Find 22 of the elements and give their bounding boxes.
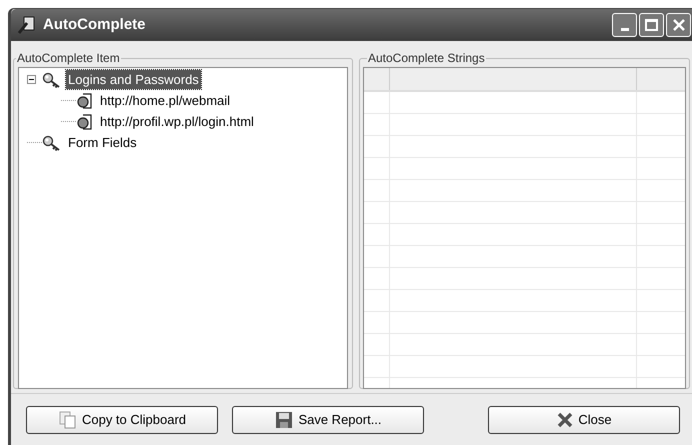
close-button[interactable]: Close bbox=[488, 406, 680, 434]
collapse-toggle[interactable] bbox=[27, 75, 36, 84]
web-page-icon bbox=[76, 114, 94, 130]
close-button[interactable] bbox=[666, 13, 691, 37]
close-icon bbox=[556, 411, 574, 429]
window-title: AutoComplete bbox=[43, 14, 146, 35]
tree-item[interactable]: Form Fields bbox=[66, 132, 139, 152]
tree-item[interactable]: http://home.pl/webmail bbox=[98, 90, 232, 110]
copy-button[interactable]: Copy to Clipboard bbox=[26, 406, 218, 434]
close-icon bbox=[672, 18, 686, 32]
tree-item[interactable]: Logins and Passwords bbox=[66, 70, 201, 90]
key-icon bbox=[42, 134, 62, 150]
group-label: AutoComplete Strings bbox=[367, 50, 486, 67]
save-report-button[interactable]: Save Report... bbox=[232, 406, 424, 434]
minimize-button[interactable] bbox=[612, 13, 637, 37]
web-page-icon bbox=[76, 92, 94, 108]
group-label: AutoComplete Item bbox=[16, 50, 121, 67]
key-icon bbox=[42, 72, 62, 88]
maximize-button[interactable] bbox=[639, 13, 664, 37]
copy-icon bbox=[58, 410, 78, 430]
tree-item[interactable]: http://profil.wp.pl/login.html bbox=[98, 112, 256, 132]
app-icon bbox=[17, 15, 37, 35]
